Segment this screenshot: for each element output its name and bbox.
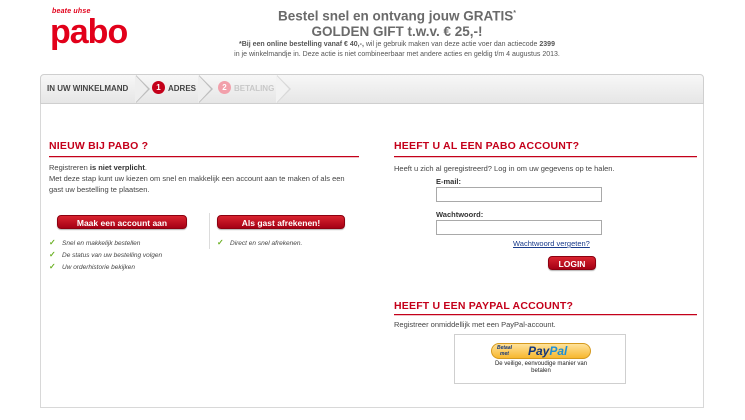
password-label: Wachtwoord:	[436, 210, 484, 219]
text1-post: .	[144, 163, 147, 172]
new-customer-text1: Registreren is niet verplicht.	[49, 162, 359, 173]
password-field[interactable]	[436, 220, 602, 235]
paypal-checkout-box: Betaal met PayPal De veilige, eenvoudige …	[454, 334, 626, 384]
benefit-item: ✓ Direct en snel afrekenen.	[217, 237, 359, 249]
forgot-password-link[interactable]: Wachtwoord vergeten?	[513, 239, 590, 248]
new-customer-title: NIEUW BIJ PABO ?	[49, 140, 149, 152]
promo-banner: Bestel snel en ontvang jouw GRATIS* GOLD…	[232, 6, 562, 60]
section-divider	[394, 314, 697, 316]
new-customer-text2: Met deze stap kunt uw kiezen om snel en …	[49, 174, 345, 194]
benefit-text: Direct en snel afrekenen.	[230, 240, 303, 247]
login-button[interactable]: LOGIN	[548, 256, 596, 270]
promo-conditions: *Bij een online bestelling vanaf € 40,-,…	[232, 40, 562, 60]
promo-conditions-text2: in je winkelmandje in. Deze actie is nie…	[234, 50, 560, 58]
benefit-text: Uw orderhistorie bekijken	[62, 264, 135, 271]
step-payment: 2 BETALING	[218, 75, 274, 103]
checkout-panel: NIEUW BIJ PABO ? Registreren is niet ver…	[40, 104, 704, 408]
paypal-caption: De veilige, eenvoudige manier van betale…	[494, 361, 588, 374]
paypal-prefix2: met	[500, 351, 509, 357]
create-account-button[interactable]: Maak een account aan	[57, 215, 187, 229]
step-cart-label: IN UW WINKELMAND	[47, 84, 129, 93]
create-account-benefits: ✓ Snel en makkelijk bestellen ✓ De status …	[49, 237, 199, 273]
guest-checkout-button[interactable]: Als gast afrekenen!	[217, 215, 345, 229]
step-separator-inner	[198, 75, 211, 103]
promo-line1: Bestel snel en ontvang jouw GRATIS*	[232, 6, 562, 24]
checkmark-icon: ✓	[49, 250, 56, 259]
paypal-title: HEEFT U EEN PAYPAL ACCOUNT?	[394, 300, 574, 312]
logo-brand: pabo	[50, 13, 128, 51]
text1-bold: is niet verplicht	[89, 163, 145, 172]
paypal-text: Registreer onmiddellijk met een PayPal-a…	[394, 320, 556, 329]
email-field[interactable]	[436, 187, 602, 202]
benefit-item: ✓ Snel en makkelijk bestellen	[49, 237, 199, 249]
header: beate uhse pabo Bestel snel en ontvang j…	[0, 0, 745, 70]
login-section: HEEFT U AL EEN PABO ACCOUNT? Heeft u zic…	[394, 140, 697, 384]
register-options: Maak een account aan ✓ Snel en makkelijk …	[49, 213, 359, 273]
create-account-column: Maak een account aan ✓ Snel en makkelijk …	[49, 213, 199, 273]
promo-min-order: *Bij een online bestelling vanaf € 40,-,	[239, 40, 364, 48]
email-label: E-mail:	[436, 177, 462, 186]
section-divider	[49, 156, 359, 158]
guest-checkout-column: Als gast afrekenen! ✓ Direct en snel afre…	[209, 213, 359, 249]
step-address-label: ADRES	[168, 84, 197, 93]
login-text: Heeft u zich al geregistreerd? Log in om…	[394, 164, 615, 173]
paypal-logo: PayPal	[528, 344, 567, 359]
benefit-text: Snel en makkelijk bestellen	[62, 240, 141, 247]
step-separator-inner	[276, 75, 289, 103]
benefit-text: De status van uw bestelling volgen	[62, 252, 163, 259]
login-title: HEEFT U AL EEN PABO ACCOUNT?	[394, 140, 580, 152]
guest-benefits: ✓ Direct en snel afrekenen.	[217, 237, 359, 249]
paypal-button[interactable]: Betaal met PayPal	[491, 343, 591, 359]
step-address-number: 1	[152, 81, 165, 95]
new-customer-section: NIEUW BIJ PABO ? Registreren is niet ver…	[49, 140, 359, 273]
promo-line2: GOLDEN GIFT t.w.v. € 25,-!	[311, 23, 483, 39]
paypal-word-pal: Pal	[549, 344, 568, 358]
checkmark-icon: ✓	[49, 262, 56, 271]
benefit-item: ✓ De status van uw bestelling volgen	[49, 249, 199, 261]
step-payment-label: BETALING	[234, 84, 275, 93]
section-divider	[394, 156, 697, 158]
promo-line1-text: Bestel snel en ontvang jouw GRATIS	[277, 8, 514, 24]
promo-code: 2399	[539, 40, 555, 48]
paypal-button-prefix: Betaal met	[497, 345, 512, 357]
step-separator-inner	[135, 75, 148, 103]
step-cart[interactable]: IN UW WINKELMAND	[47, 75, 128, 103]
checkout-steps: IN UW WINKELMAND 1 ADRES 2 BETALING	[40, 74, 704, 104]
step-payment-number: 2	[218, 81, 231, 95]
checkmark-icon: ✓	[217, 238, 224, 247]
checkmark-icon: ✓	[49, 238, 56, 247]
benefit-item: ✓ Uw orderhistorie bekijken	[49, 261, 199, 273]
text1-pre: Registreren	[49, 163, 90, 172]
paypal-word-pay: Pay	[528, 344, 550, 358]
promo-conditions-text: wil je gebruik maken van deze actie voer…	[363, 40, 540, 48]
promo-footnote-mark: *	[513, 10, 516, 17]
step-address: 1 ADRES	[152, 75, 196, 103]
